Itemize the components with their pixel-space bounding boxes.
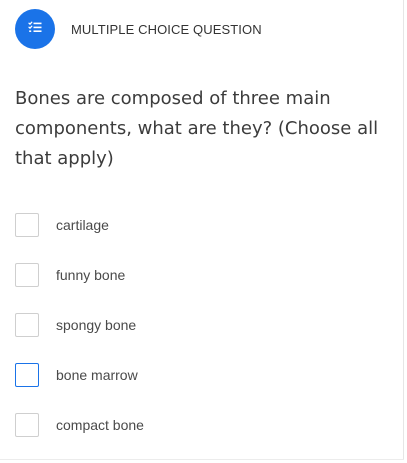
option-bone-marrow[interactable]: bone marrow [15,363,390,413]
question-type-label: MULTIPLE CHOICE QUESTION [71,21,262,37]
question-header: MULTIPLE CHOICE QUESTION [15,9,262,49]
option-compact-bone[interactable]: compact bone [15,413,390,463]
question-type-badge [15,9,55,49]
option-label: spongy bone [56,317,137,333]
option-checkbox[interactable] [15,413,39,437]
option-checkbox[interactable] [15,263,39,287]
option-funny-bone[interactable]: funny bone [15,263,390,313]
option-label: bone marrow [56,367,138,383]
option-checkbox[interactable] [15,363,39,387]
panel-right-border [403,0,404,460]
option-checkbox[interactable] [15,313,39,337]
option-label: compact bone [56,417,144,433]
option-checkbox[interactable] [15,213,39,237]
checklist-icon [28,20,42,38]
option-label: cartilage [56,217,109,233]
option-cartilage[interactable]: cartilage [15,213,390,263]
option-spongy-bone[interactable]: spongy bone [15,313,390,363]
option-label: funny bone [56,267,126,283]
question-text: Bones are composed of three main compone… [15,88,379,169]
answer-options: cartilage funny bone spongy bone bone ma… [15,213,390,463]
